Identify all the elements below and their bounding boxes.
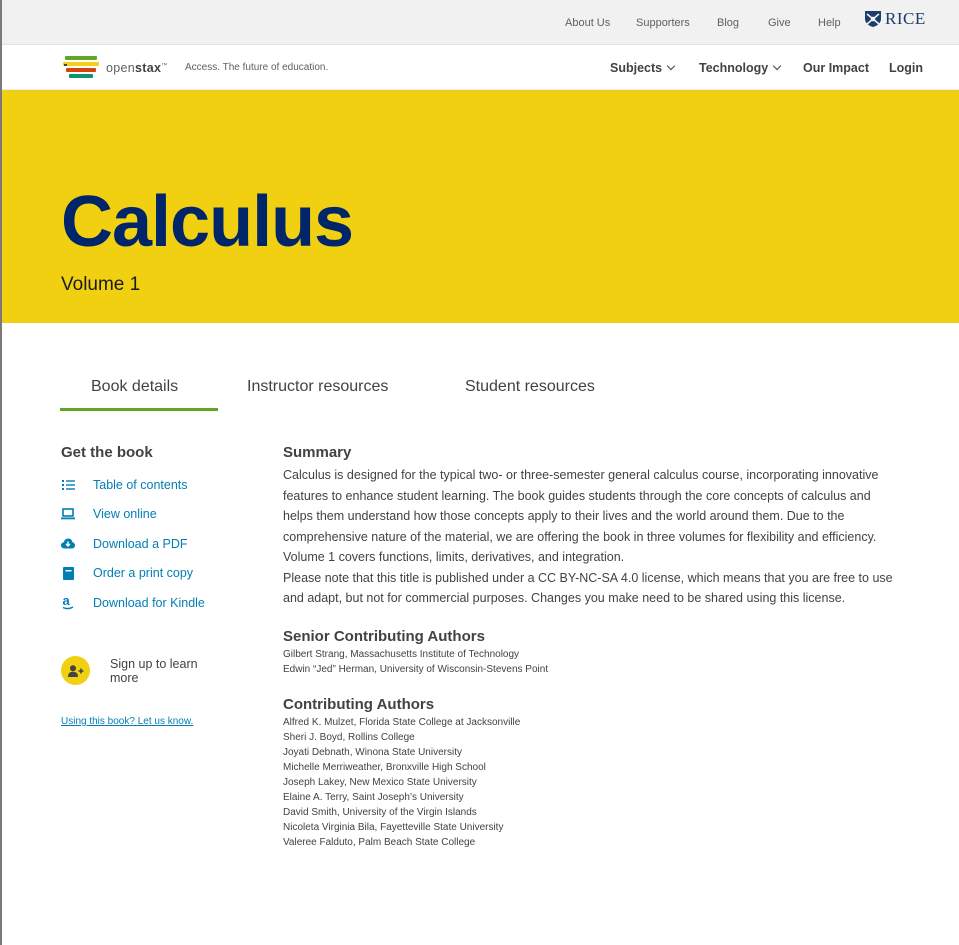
senior-authors-heading: Senior Contributing Authors <box>283 627 485 645</box>
contributing-authors-heading: Contributing Authors <box>283 695 435 713</box>
list-item: Alfred K. Mulzet, Florida State College … <box>283 716 521 728</box>
utility-bar: About Us Supporters Blog Give Help RICE <box>2 0 959 45</box>
list-item: Gilbert Strang, Massachusetts Institute … <box>283 648 520 660</box>
tab-book-details[interactable]: Book details <box>91 378 178 396</box>
laptop-icon <box>61 507 75 521</box>
summary-paragraph: Calculus is designed for the typical two… <box>283 468 879 564</box>
our-impact-link[interactable]: Our Impact <box>803 61 869 75</box>
signup-prompt[interactable]: Sign up to learn more <box>61 656 200 685</box>
main-nav: openstax™ Access. The future of educatio… <box>2 45 959 90</box>
chevron-down-icon <box>772 61 782 71</box>
cloud-download-icon <box>61 537 75 551</box>
list-item: Nicoleta Virginia Bila, Fayetteville Sta… <box>283 822 504 834</box>
openstax-wordmark[interactable]: openstax™ <box>106 61 168 75</box>
table-of-contents-link[interactable]: Table of contents <box>61 470 241 500</box>
list-item: Elaine A. Terry, Saint Joseph’s Universi… <box>283 792 464 804</box>
list-item: David Smith, University of the Virgin Is… <box>283 807 477 819</box>
book-title: Calculus <box>61 182 354 262</box>
chevron-down-icon <box>666 61 676 71</box>
login-link[interactable]: Login <box>889 61 923 75</box>
license-paragraph: Please note that this title is published… <box>283 570 893 606</box>
amazon-icon: a <box>61 595 75 610</box>
add-user-icon <box>61 656 90 685</box>
summary-heading: Summary <box>283 444 352 461</box>
list-item: Joseph Lakey, New Mexico State Universit… <box>283 777 477 789</box>
book-details-content: Summary Calculus is designed for the typ… <box>283 444 903 851</box>
list-icon <box>61 478 75 492</box>
subjects-label: Subjects <box>610 61 663 75</box>
subjects-menu[interactable]: Subjects <box>610 61 676 75</box>
tagline: Access. The future of education. <box>185 62 329 73</box>
senior-authors-list: Gilbert Strang, Massachusetts Institute … <box>283 647 903 677</box>
blog-link[interactable]: Blog <box>717 17 739 29</box>
tab-student-resources[interactable]: Student resources <box>465 378 595 396</box>
rice-owl-shield-icon <box>865 11 881 27</box>
contributing-authors-list: Alfred K. Mulzet, Florida State College … <box>283 715 903 851</box>
list-item: Edwin “Jed” Herman, University of Wiscon… <box>283 663 549 675</box>
technology-label: Technology <box>699 61 769 75</box>
download-kindle-link[interactable]: a Download for Kindle <box>61 588 241 618</box>
give-link[interactable]: Give <box>768 17 791 29</box>
openstax-logo-icon[interactable] <box>63 55 101 79</box>
book-icon <box>61 566 75 580</box>
download-pdf-link[interactable]: Download a PDF <box>61 529 241 559</box>
svg-text:a: a <box>63 595 71 608</box>
signup-text: Sign up to learn more <box>110 656 198 685</box>
supporters-link[interactable]: Supporters <box>636 17 690 29</box>
list-item: Sheri J. Boyd, Rollins College <box>283 731 415 743</box>
help-link[interactable]: Help <box>818 17 841 29</box>
view-online-link[interactable]: View online <box>61 500 241 530</box>
book-volume: Volume 1 <box>61 274 141 295</box>
list-item: Michelle Merriweather, Bronxville High S… <box>283 761 486 773</box>
active-tab-indicator <box>60 408 218 411</box>
book-hero-banner: Calculus Volume 1 <box>2 90 959 323</box>
list-item: Joyati Debnath, Winona State University <box>283 746 462 758</box>
feedback-link[interactable]: Using this book? Let us know. <box>61 716 193 727</box>
order-print-copy-link[interactable]: Order a print copy <box>61 559 241 589</box>
tab-instructor-resources[interactable]: Instructor resources <box>247 378 388 396</box>
rice-wordmark: RICE <box>885 9 926 28</box>
rice-logo[interactable]: RICE <box>864 8 926 30</box>
about-us-link[interactable]: About Us <box>565 17 610 29</box>
get-the-book-sidebar: Get the book Table of contents View onli… <box>61 444 241 727</box>
technology-menu[interactable]: Technology <box>699 61 782 75</box>
list-item: Valeree Falduto, Palm Beach State Colleg… <box>283 837 476 849</box>
get-the-book-heading: Get the book <box>61 444 153 461</box>
